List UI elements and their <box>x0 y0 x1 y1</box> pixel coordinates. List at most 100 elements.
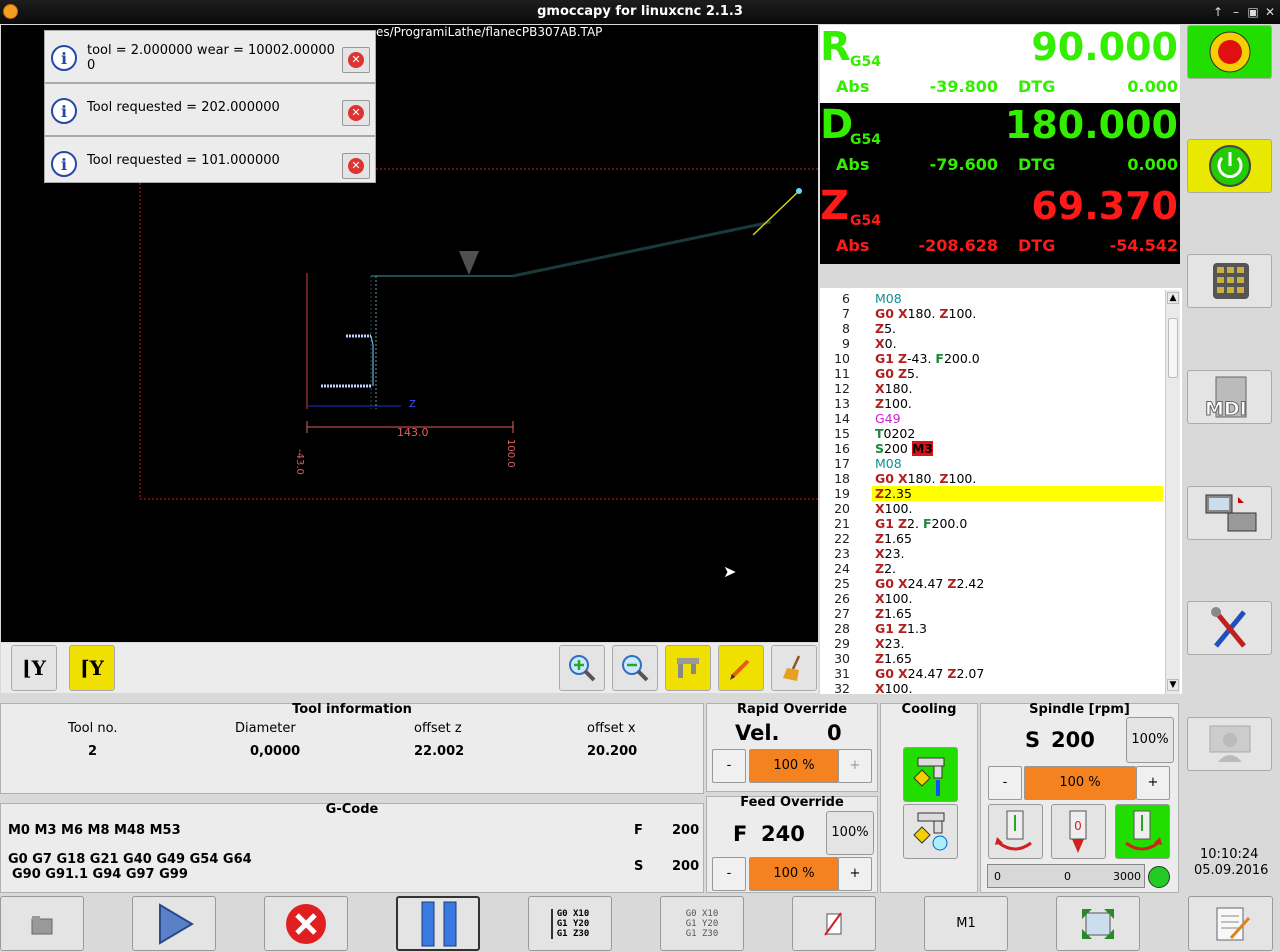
gcode-scrollbar[interactable]: ▲ ▼ <box>1165 290 1180 694</box>
spindle-increase-button[interactable]: + <box>1136 766 1170 800</box>
open-file-button[interactable] <box>0 896 84 951</box>
gcode-line[interactable]: 18 G0 X180. Z100. <box>820 471 1163 486</box>
gcode-line[interactable]: 13 Z100. <box>820 396 1163 411</box>
zoom-in-icon <box>569 655 596 682</box>
gcode-line[interactable]: 21 G1 Z2. F200.0 <box>820 516 1163 531</box>
close-message-button[interactable]: ✕ <box>342 100 370 126</box>
gcode-line[interactable]: 7 G0 X180. Z100. <box>820 306 1163 321</box>
gcode-line[interactable]: 32 X100. <box>820 681 1163 696</box>
dtg-value: 0.000 <box>1127 155 1178 174</box>
line-code: S200 M3 <box>875 441 933 456</box>
scroll-thumb[interactable] <box>1168 318 1178 378</box>
mdi-mode-button[interactable]: MDI <box>1187 370 1272 424</box>
maximize-icon[interactable]: ▣ <box>1245 4 1261 20</box>
estop-button[interactable] <box>1187 25 1272 79</box>
dtg-value: 0.000 <box>1127 77 1178 96</box>
auto-mode-button[interactable] <box>1187 486 1272 540</box>
line-code: X23. <box>875 546 905 561</box>
gcode-line[interactable]: 22 Z1.65 <box>820 531 1163 546</box>
gcode-line[interactable]: 26 X100. <box>820 591 1163 606</box>
gcode-line[interactable]: 24 Z2. <box>820 561 1163 576</box>
flood-tap-icon <box>913 757 945 796</box>
gcode-line[interactable]: 27 Z1.65 <box>820 606 1163 621</box>
gcode-line[interactable]: 17 M08 <box>820 456 1163 471</box>
gcode-line[interactable]: 9 X0. <box>820 336 1163 351</box>
feed-override-slider[interactable]: 100 % <box>749 857 839 891</box>
minimize-icon[interactable]: – <box>1228 4 1244 20</box>
keep-above-icon[interactable]: ↑ <box>1210 4 1226 20</box>
zoom-out-button[interactable] <box>612 645 658 691</box>
spindle-speed-value: 200 <box>1051 728 1095 752</box>
abs-value: -79.600 <box>929 155 998 174</box>
flood-coolant-button[interactable] <box>903 747 958 802</box>
close-message-button[interactable]: ✕ <box>342 47 370 73</box>
mist-coolant-button[interactable] <box>903 804 958 859</box>
rapid-increase-button[interactable]: + <box>838 749 872 783</box>
spindle-stop-button[interactable]: 0 <box>1051 804 1106 859</box>
spindle-cw-button[interactable] <box>1115 804 1170 859</box>
step-program-button[interactable]: G0 X10 G1 Y20 G1 Z30 <box>528 896 612 951</box>
feed-reset-button[interactable]: 100% <box>826 811 874 855</box>
scroll-down-icon[interactable]: ▼ <box>1167 679 1179 691</box>
clear-plot-button[interactable] <box>771 645 817 691</box>
view-lathe-back-tool-button[interactable]: ⌈Y <box>69 645 115 691</box>
zoom-in-button[interactable] <box>559 645 605 691</box>
run-program-button[interactable] <box>132 896 216 951</box>
fullscreen-button[interactable] <box>1056 896 1140 951</box>
feed-label: F <box>634 823 643 838</box>
view-lathe-button[interactable]: ⌊Y <box>11 645 57 691</box>
spindle-ccw-button[interactable] <box>988 804 1043 859</box>
gcode-line[interactable]: 20 X100. <box>820 501 1163 516</box>
spindle-at-speed-led <box>1148 866 1170 888</box>
gcode-line[interactable]: 15 T0202 <box>820 426 1163 441</box>
gcode-listing[interactable]: 6 M08 7 G0 X180. Z100. 8 Z5. 9 X0. 10 G1 Z-43. F2… <box>820 288 1182 696</box>
gcode-line[interactable]: 16 S200 M3 <box>820 441 1163 456</box>
gcode-line[interactable]: 8 Z5. <box>820 321 1163 336</box>
close-window-icon[interactable]: ✕ <box>1262 4 1278 20</box>
manual-mode-button[interactable] <box>1187 254 1272 308</box>
gcode-line[interactable]: 28 G1 Z1.3 <box>820 621 1163 636</box>
feed-decrease-button[interactable]: - <box>712 857 746 891</box>
tool-no-value: 2 <box>88 744 98 759</box>
spindle-decrease-button[interactable]: - <box>988 766 1022 800</box>
emergency-stop-icon <box>1209 31 1251 73</box>
gcode-line[interactable]: 14 G49 <box>820 411 1163 426</box>
show-dimensions-button[interactable] <box>665 645 711 691</box>
gcode-line[interactable]: 23 X23. <box>820 546 1163 561</box>
gcode-line[interactable]: 12 X180. <box>820 381 1163 396</box>
gcode-line[interactable]: 10 G1 Z-43. F200.0 <box>820 351 1163 366</box>
optional-skip-button[interactable] <box>792 896 876 951</box>
rapid-override-slider[interactable]: 100 % <box>749 749 839 783</box>
line-code: Z2. <box>875 561 897 576</box>
scroll-up-icon[interactable]: ▲ <box>1167 292 1179 304</box>
line-number: 12 <box>834 381 850 396</box>
run-from-line-button[interactable]: G0 X10 G1 Y20 G1 Z30 <box>660 896 744 951</box>
gcode-line[interactable]: 6 M08 <box>820 291 1163 306</box>
close-icon: ✕ <box>348 158 364 174</box>
user-tabs-button[interactable] <box>1187 717 1272 771</box>
line-code: M08 <box>875 291 902 306</box>
message-text: tool = 2.000000 wear = 10002.00000 <box>87 43 335 58</box>
machine-power-button[interactable] <box>1187 139 1272 193</box>
offset-x-value: 20.200 <box>587 744 638 759</box>
settings-button[interactable] <box>1187 601 1272 655</box>
gcode-line[interactable]: 25 G0 X24.47 Z2.42 <box>820 576 1163 591</box>
dro-d: D G54 180.000 Abs -79.600 DTG 0.000 <box>820 103 1180 184</box>
spindle-override-slider[interactable]: 100 % <box>1024 766 1136 800</box>
edit-offsets-button[interactable] <box>718 645 764 691</box>
rapid-decrease-button[interactable]: - <box>712 749 746 783</box>
spindle-reset-button[interactable]: 100% <box>1126 717 1174 763</box>
close-message-button[interactable]: ✕ <box>342 153 370 179</box>
stop-program-button[interactable] <box>264 896 348 951</box>
gcode-line[interactable]: 11 G0 Z5. <box>820 366 1163 381</box>
edit-program-button[interactable] <box>1188 896 1273 951</box>
dtg-label: DTG <box>1018 77 1056 96</box>
gcode-line[interactable]: 29 X23. <box>820 636 1163 651</box>
gcode-line[interactable]: 19 Z2.35 <box>820 486 1163 501</box>
gcode-line[interactable]: 30 Z1.65 <box>820 651 1163 666</box>
feed-increase-button[interactable]: + <box>838 857 872 891</box>
optional-stop-m1-button[interactable]: M1 <box>924 896 1008 951</box>
gcode-line[interactable]: 31 G0 X24.47 Z2.07 <box>820 666 1163 681</box>
spindle-title: Spindle [rpm] <box>1029 702 1130 717</box>
pause-program-button[interactable] <box>396 896 480 951</box>
